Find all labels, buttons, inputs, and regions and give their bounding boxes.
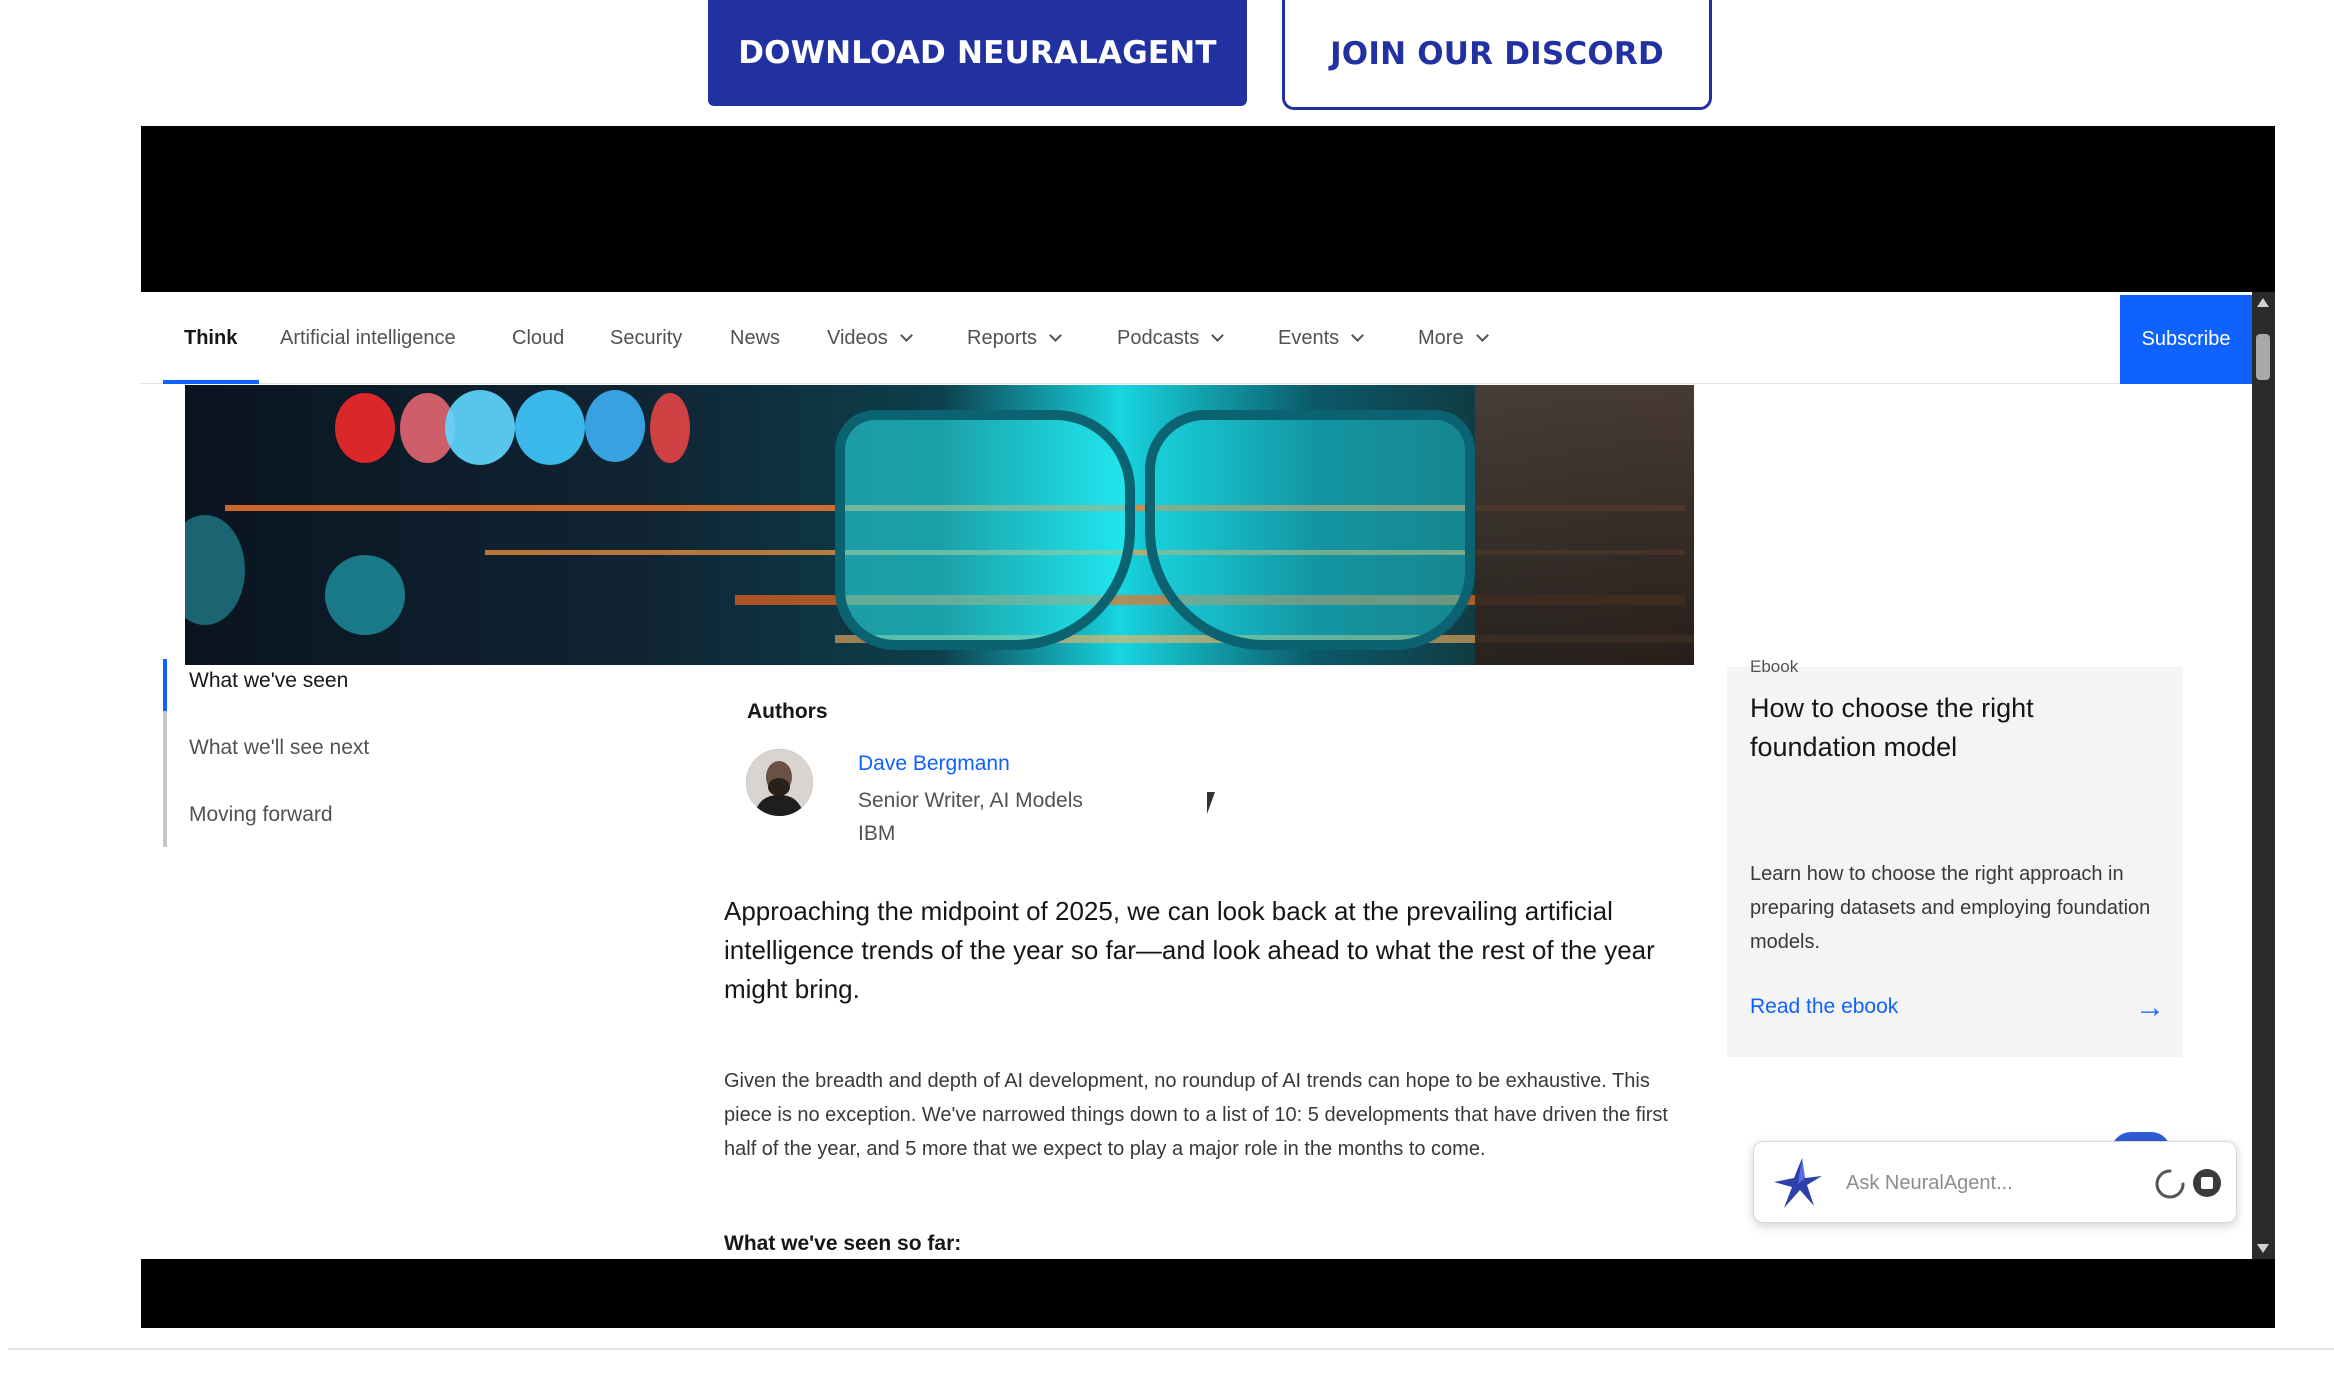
site-nav: Think Artificial intelligence Cloud Secu…	[141, 292, 2252, 384]
toc-item-moving-forward[interactable]: Moving forward	[189, 803, 333, 827]
hero-light	[335, 393, 395, 463]
author-org: IBM	[858, 822, 896, 845]
ask-neuralagent-input[interactable]	[1846, 1168, 2136, 1198]
mouse-cursor-icon	[1207, 792, 1215, 814]
nav-item-news[interactable]: News	[730, 292, 780, 384]
nav-item-label: Artificial intelligence	[280, 326, 456, 349]
nav-item-label: More	[1418, 326, 1464, 349]
ask-neuralagent-widget	[1753, 1141, 2237, 1223]
loading-spinner-icon	[2155, 1169, 2185, 1199]
scroll-thumb[interactable]	[2256, 334, 2270, 380]
nav-item-label: Security	[610, 326, 683, 349]
download-neuralagent-button[interactable]: DOWNLOAD NEURALAGENT	[708, 0, 1247, 106]
hero-light	[515, 390, 585, 465]
hero-face	[1475, 385, 1694, 665]
browser-scrollbar[interactable]	[2252, 292, 2275, 1259]
arrow-right-icon[interactable]: →	[2135, 993, 2165, 1023]
nav-item-label: Reports	[967, 326, 1038, 349]
nav-item-artificial-intelligence[interactable]: Artificial intelligence	[280, 292, 456, 384]
nav-item-label: Podcasts	[1117, 326, 1200, 349]
author-role: Senior Writer, AI Models	[858, 789, 1083, 812]
nav-active-indicator	[163, 380, 259, 384]
nav-item-label: Cloud	[512, 326, 565, 349]
nav-item-label: Events	[1278, 326, 1340, 349]
hero-light	[325, 555, 405, 635]
author-avatar	[746, 749, 813, 816]
person-silhouette-icon	[746, 749, 813, 816]
nav-item-label: Videos	[827, 326, 888, 349]
table-of-contents: What we've seen What we'll see next Movi…	[163, 659, 463, 847]
chevron-down-icon	[1475, 328, 1489, 342]
stop-icon[interactable]	[2192, 1168, 2222, 1198]
card-title: How to choose the right foundation model	[1750, 693, 2034, 762]
hero-light	[585, 390, 645, 462]
toc-active-indicator	[163, 659, 167, 711]
read-ebook-link[interactable]: Read the ebook	[1750, 995, 1898, 1019]
subscribe-button[interactable]: Subscribe	[2120, 295, 2252, 384]
glasses-lens-left	[835, 410, 1135, 650]
nav-item-label: Think	[184, 326, 238, 349]
nav-item-events[interactable]: Events	[1278, 292, 1365, 384]
embedded-webpage: Think Artificial intelligence Cloud Secu…	[141, 292, 2252, 1259]
section-subheading: What we've seen so far:	[724, 1232, 962, 1255]
glasses-lens-right	[1145, 410, 1475, 650]
authors-heading: Authors	[747, 700, 828, 723]
hero-image	[185, 385, 1694, 665]
hero-light	[650, 393, 690, 463]
nav-item-security[interactable]: Security	[610, 292, 682, 384]
ebook-card[interactable]: Ebook How to choose the right foundation…	[1727, 657, 2183, 1057]
chevron-down-icon	[899, 328, 913, 342]
nav-item-reports[interactable]: Reports	[967, 292, 1062, 384]
card-eyebrow: Ebook	[1750, 657, 1799, 676]
author-name-link[interactable]: Dave Bergmann	[858, 752, 1010, 776]
toc-item-what-well-see-next[interactable]: What we'll see next	[189, 736, 369, 760]
chevron-down-icon	[1049, 328, 1062, 342]
chevron-down-icon	[1351, 328, 1365, 342]
article-paragraph: Given the breadth and depth of AI develo…	[724, 1070, 1668, 1160]
join-discord-button[interactable]: JOIN OUR DISCORD	[1282, 0, 1712, 110]
toc-item-what-weve-seen[interactable]: What we've seen	[189, 669, 348, 693]
nav-item-more[interactable]: More	[1418, 292, 1489, 384]
scroll-down-arrow-icon[interactable]	[2257, 1244, 2269, 1253]
chevron-down-icon	[1211, 328, 1225, 342]
nav-item-videos[interactable]: Videos	[827, 292, 913, 384]
sparkle-logo-icon	[1774, 1158, 1822, 1208]
nav-item-cloud[interactable]: Cloud	[512, 292, 564, 384]
nav-item-podcasts[interactable]: Podcasts	[1117, 292, 1225, 384]
hero-light	[445, 390, 515, 465]
article-lede: Approaching the midpoint of 2025, we can…	[724, 896, 1655, 1004]
hero-light	[185, 515, 245, 625]
card-description: Learn how to choose the right approach i…	[1750, 863, 2151, 953]
nav-item-label: News	[730, 326, 781, 349]
nav-item-think[interactable]: Think	[184, 292, 237, 384]
divider	[8, 1348, 2334, 1350]
scroll-up-arrow-icon[interactable]	[2257, 298, 2269, 307]
